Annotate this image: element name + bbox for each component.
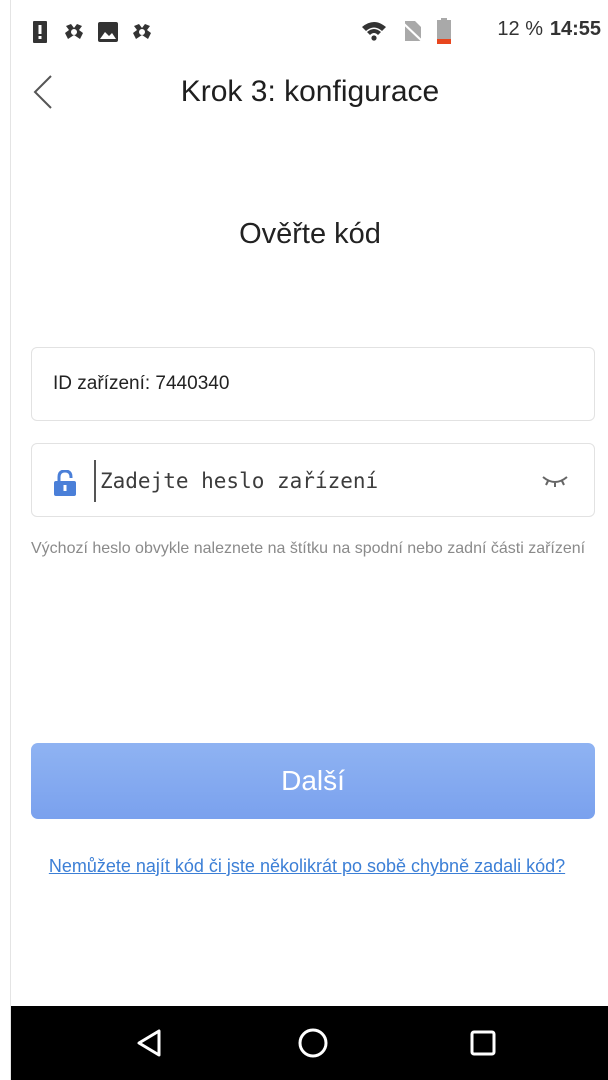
- bug-icon: [65, 24, 83, 39]
- lock-icon: [54, 470, 76, 496]
- image-icon: [98, 22, 118, 42]
- app-screen: 12 % 14:55 Krok 3: konfigurace Ověřte kó…: [10, 0, 608, 1080]
- help-link[interactable]: Nemůžete najít kód či jste několikrát po…: [1, 856, 608, 877]
- status-bar: 12 % 14:55: [11, 0, 608, 62]
- back-triangle-icon[interactable]: [129, 1023, 169, 1063]
- recents-square-icon[interactable]: [463, 1023, 503, 1063]
- system-nav-bar: [11, 1006, 608, 1080]
- eye-closed-icon[interactable]: [540, 472, 570, 490]
- no-sim-icon: [402, 21, 423, 42]
- password-field[interactable]: [31, 443, 595, 517]
- section-heading: Ověřte kód: [239, 218, 381, 250]
- battery-low-icon: [437, 18, 451, 44]
- clock: 14:55: [549, 18, 601, 40]
- next-button[interactable]: Další: [31, 743, 595, 819]
- password-input[interactable]: [94, 460, 520, 502]
- password-hint: Výchozí heslo obvykle naleznete na štítk…: [31, 540, 586, 557]
- bug-icon: [133, 24, 151, 39]
- page-title: Krok 3: konfigurace: [180, 75, 440, 108]
- device-id-field: ID zařízení: 7440340: [31, 347, 595, 421]
- alert-icon: [33, 21, 47, 43]
- battery-percent: 12 %: [497, 18, 543, 40]
- wifi-icon: [362, 22, 386, 41]
- device-id-label: ID zařízení: 7440340: [53, 373, 230, 394]
- system-indicators: 12 % 14:55: [361, 16, 601, 44]
- home-circle-icon[interactable]: [293, 1023, 333, 1063]
